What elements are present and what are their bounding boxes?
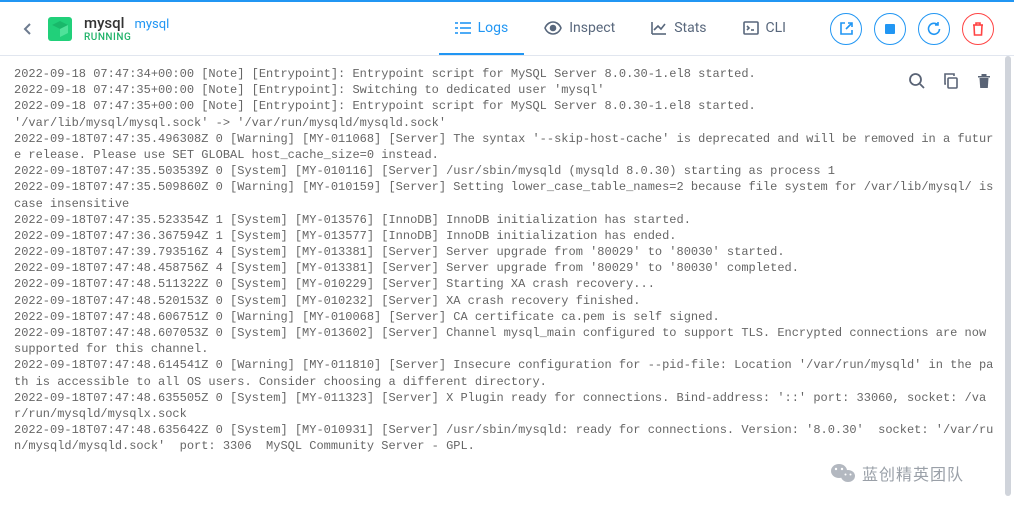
tab-label: Stats [674,20,706,36]
log-output[interactable]: 2022-09-18 07:47:34+00:00 [Note] [Entryp… [14,66,1000,455]
chart-icon [651,21,667,35]
watermark-text: 蓝创精英团队 [862,461,964,485]
log-area: 2022-09-18 07:47:34+00:00 [Note] [Entryp… [0,56,1014,507]
title-block: mysql mysql RUNNING [84,14,169,43]
tab-label: Logs [478,20,509,36]
tab-cli[interactable]: CLI [727,2,802,55]
tab-label: CLI [766,20,786,36]
container-icon [48,17,72,41]
scrollbar[interactable] [1005,56,1011,496]
container-name: mysql [84,14,124,32]
eye-icon [544,21,562,35]
terminal-icon [743,21,759,35]
watermark: 蓝创精英团队 [830,461,964,485]
logs-icon [455,21,471,35]
container-status: RUNNING [84,32,169,43]
tab-inspect[interactable]: Inspect [528,2,631,55]
image-name[interactable]: mysql [134,17,169,32]
wechat-icon [830,462,856,484]
clear-logs-button[interactable] [976,72,992,90]
delete-button[interactable] [962,13,994,45]
stop-button[interactable] [874,13,906,45]
tab-stats[interactable]: Stats [635,2,722,55]
action-buttons [830,13,994,45]
tab-label: Inspect [569,20,615,36]
back-button[interactable] [20,21,36,37]
tab-bar: Logs Inspect Stats CLI [439,2,802,55]
header-bar: mysql mysql RUNNING Logs Inspect Stats C… [0,0,1014,56]
restart-button[interactable] [918,13,950,45]
tab-logs[interactable]: Logs [439,2,525,55]
open-browser-button[interactable] [830,13,862,45]
search-logs-button[interactable] [908,72,926,90]
log-toolbar [908,72,992,90]
copy-logs-button[interactable] [942,72,960,90]
